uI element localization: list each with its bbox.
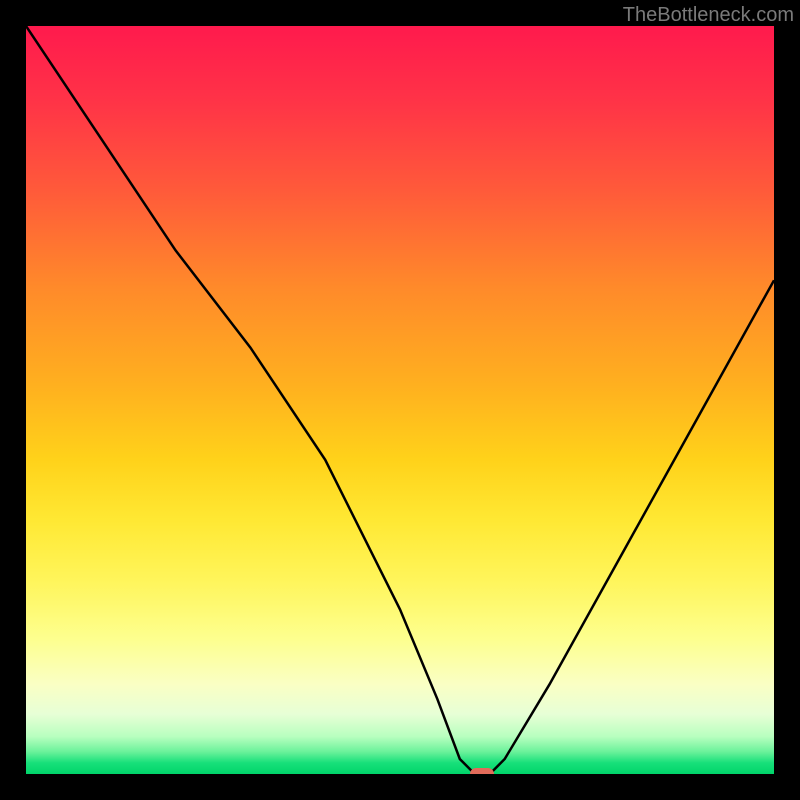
- watermark-text: TheBottleneck.com: [623, 4, 794, 27]
- optimal-marker: [470, 768, 494, 774]
- plot-area: [26, 26, 774, 774]
- bottleneck-curve: [26, 26, 774, 774]
- chart-frame: TheBottleneck.com: [0, 0, 800, 800]
